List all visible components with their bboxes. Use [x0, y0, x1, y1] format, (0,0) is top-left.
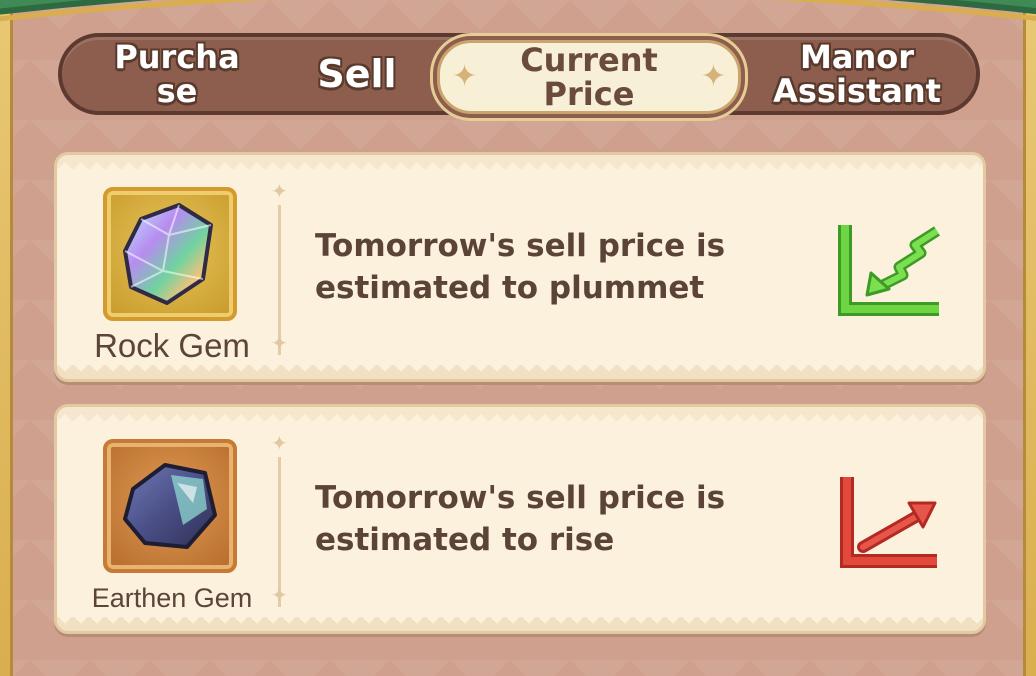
earthen-gem-icon [123, 463, 217, 549]
sparkle-icon: ✦ [271, 179, 288, 203]
price-card-earthen-gem: Earthen Gem ✦ ✦ Tomorrow's sell price is… [54, 404, 986, 634]
item-name: Earthen Gem [91, 583, 253, 613]
price-card-rock-gem: Rock Gem ✦ ✦ Tomorrow's sell price is es… [54, 152, 986, 382]
item-slot[interactable] [103, 187, 237, 321]
trend-up-icon [840, 477, 937, 568]
tab-bar: Purcha se Sell ✦ Current Price ✦ Manor A… [58, 33, 980, 115]
tab-sell-label: Sell [317, 52, 397, 96]
tab-purchase[interactable]: Purcha se [92, 37, 262, 111]
item-name: Rock Gem [94, 327, 250, 364]
sparkle-icon: ✦ [271, 583, 288, 607]
tab-sell[interactable]: Sell [297, 37, 417, 111]
tab-current-price-label: Current Price [520, 41, 658, 113]
tab-current-price[interactable]: ✦ Current Price ✦ [437, 40, 741, 114]
price-forecast-text: Tomorrow's sell price is estimated to pl… [315, 228, 726, 306]
sparkle-icon: ✦ [700, 59, 726, 94]
price-forecast-text: Tomorrow's sell price is estimated to ri… [315, 480, 726, 558]
right-border [1023, 0, 1036, 676]
sparkle-icon: ✦ [452, 59, 478, 94]
sparkle-icon: ✦ [271, 431, 288, 455]
rock-gem-icon [123, 203, 213, 305]
tab-manor-assistant[interactable]: Manor Assistant [752, 37, 962, 111]
left-border [0, 0, 13, 676]
trend-down-icon [838, 225, 940, 316]
tab-purchase-label: Purcha se [114, 38, 240, 110]
sparkle-icon: ✦ [271, 331, 288, 355]
tab-manor-assistant-label: Manor Assistant [773, 38, 941, 110]
item-slot[interactable] [103, 439, 237, 573]
